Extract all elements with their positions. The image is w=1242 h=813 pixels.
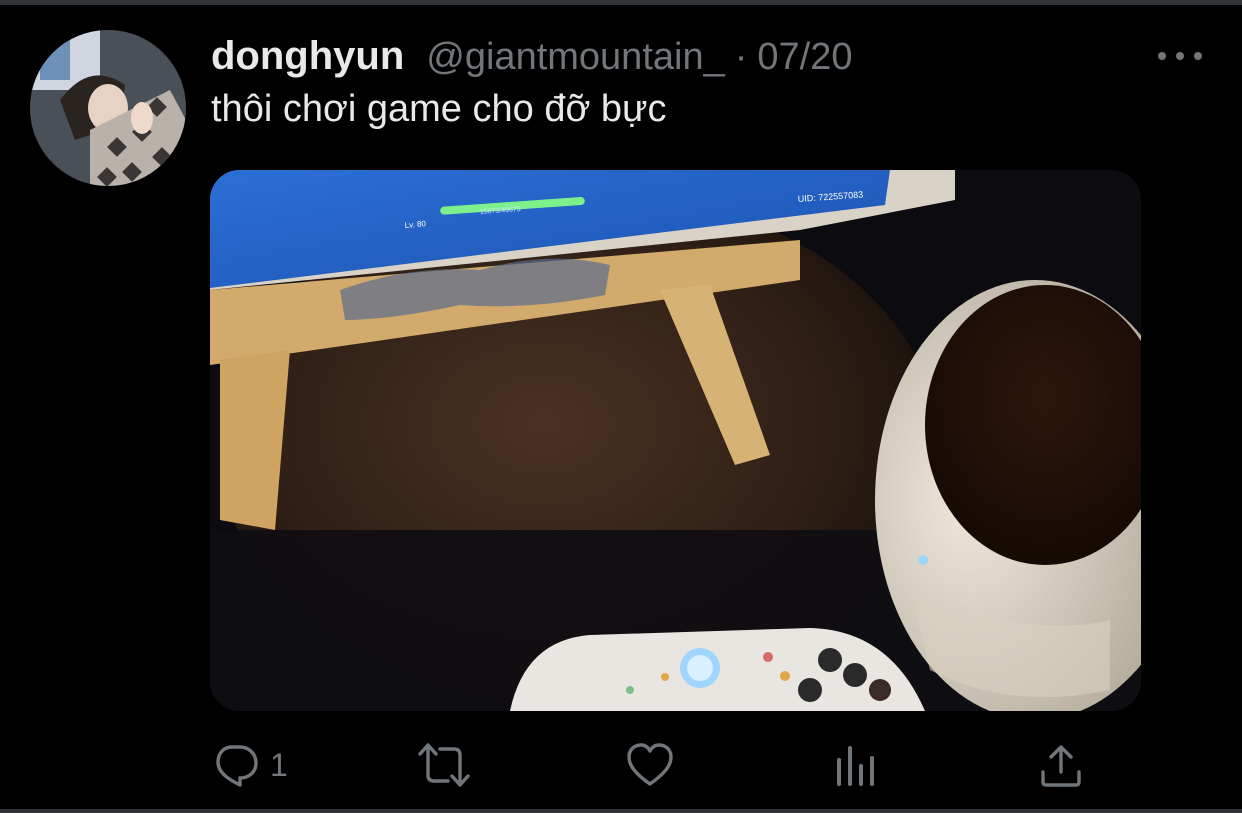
share-button[interactable] [1040,735,1082,795]
avatar[interactable] [30,30,186,186]
author-display-name[interactable]: donghyun [211,34,404,79]
like-button[interactable] [626,735,674,795]
like-icon [627,743,673,786]
analytics-icon [837,746,874,786]
share-icon [1041,745,1081,787]
more-dot [1158,52,1166,60]
analytics-button[interactable] [834,735,878,795]
reply-button[interactable]: 1 [212,735,288,795]
tweet-media[interactable]: Lv. 80 15670/49675 UID: 722557083 [210,170,1141,711]
retweet-button[interactable] [416,735,472,795]
more-options-icon[interactable] [1158,44,1202,68]
level-label: Lv. 80 [404,219,426,230]
retweet-icon [418,743,470,787]
tweet-text: thôi chơi game cho đỡ bực [211,88,667,130]
author-handle[interactable]: @giantmountain_ [426,36,724,79]
tweet-date[interactable]: 07/20 [757,36,852,79]
more-dot [1176,52,1184,60]
tweet-header: donghyun @giantmountain_ · 07/20 [211,34,852,82]
avatar-photo [30,30,186,186]
reply-icon [216,745,258,787]
reply-count: 1 [270,746,288,783]
tweet-actions: 1 [0,735,1242,795]
bottom-divider [0,809,1242,813]
top-divider [0,0,1242,5]
header-separator: · [734,36,748,78]
more-dot [1194,52,1202,60]
media-photo: Lv. 80 15670/49675 UID: 722557083 [210,170,1141,711]
